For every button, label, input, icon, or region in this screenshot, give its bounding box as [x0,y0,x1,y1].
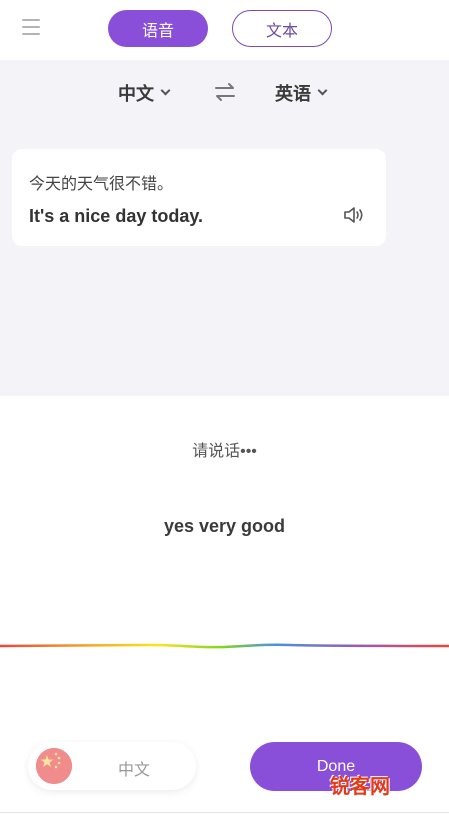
source-text: 今天的天气很不错。 [29,176,174,193]
translation-area: 中文 英语 今天的天气很不错。 It's a nice day today. [0,60,449,396]
translation-card[interactable]: 今天的天气很不错。 It's a nice day today. [12,149,386,246]
speaker-icon[interactable] [342,205,366,225]
chevron-down-icon [160,85,171,95]
voice-translator-screen: 语音 文本 中文 英语 今天的天气很不错。 It's a nice day to… [0,0,449,815]
recognized-speech-text: yes very good [163,516,286,536]
translated-text: It's a nice day today. [29,206,204,226]
hamburger-menu-icon[interactable] [22,19,40,37]
china-flag-icon [36,748,72,784]
source-language-label: 中文 [118,84,154,104]
tab-voice[interactable]: 语音 [108,10,208,47]
bottom-divider [0,812,449,813]
tab-text[interactable]: 文本 [232,10,332,47]
listening-prompt: 请说话••• [192,443,257,460]
source-language-dropdown[interactable]: 中文 [118,78,171,108]
watermark-logo: 锐客网 [330,776,390,798]
swap-arrows-icon[interactable] [214,82,236,102]
speaker-language-label: 中文 [118,762,151,779]
language-selector-bar: 中文 英语 [0,78,449,108]
voice-waveform [0,643,449,649]
target-language-dropdown[interactable]: 英语 [275,78,328,108]
target-language-label: 英语 [275,84,311,104]
top-bar: 语音 文本 [0,0,449,60]
speaker-language-selector[interactable]: 中文 [28,742,196,790]
chevron-down-icon [317,85,328,95]
